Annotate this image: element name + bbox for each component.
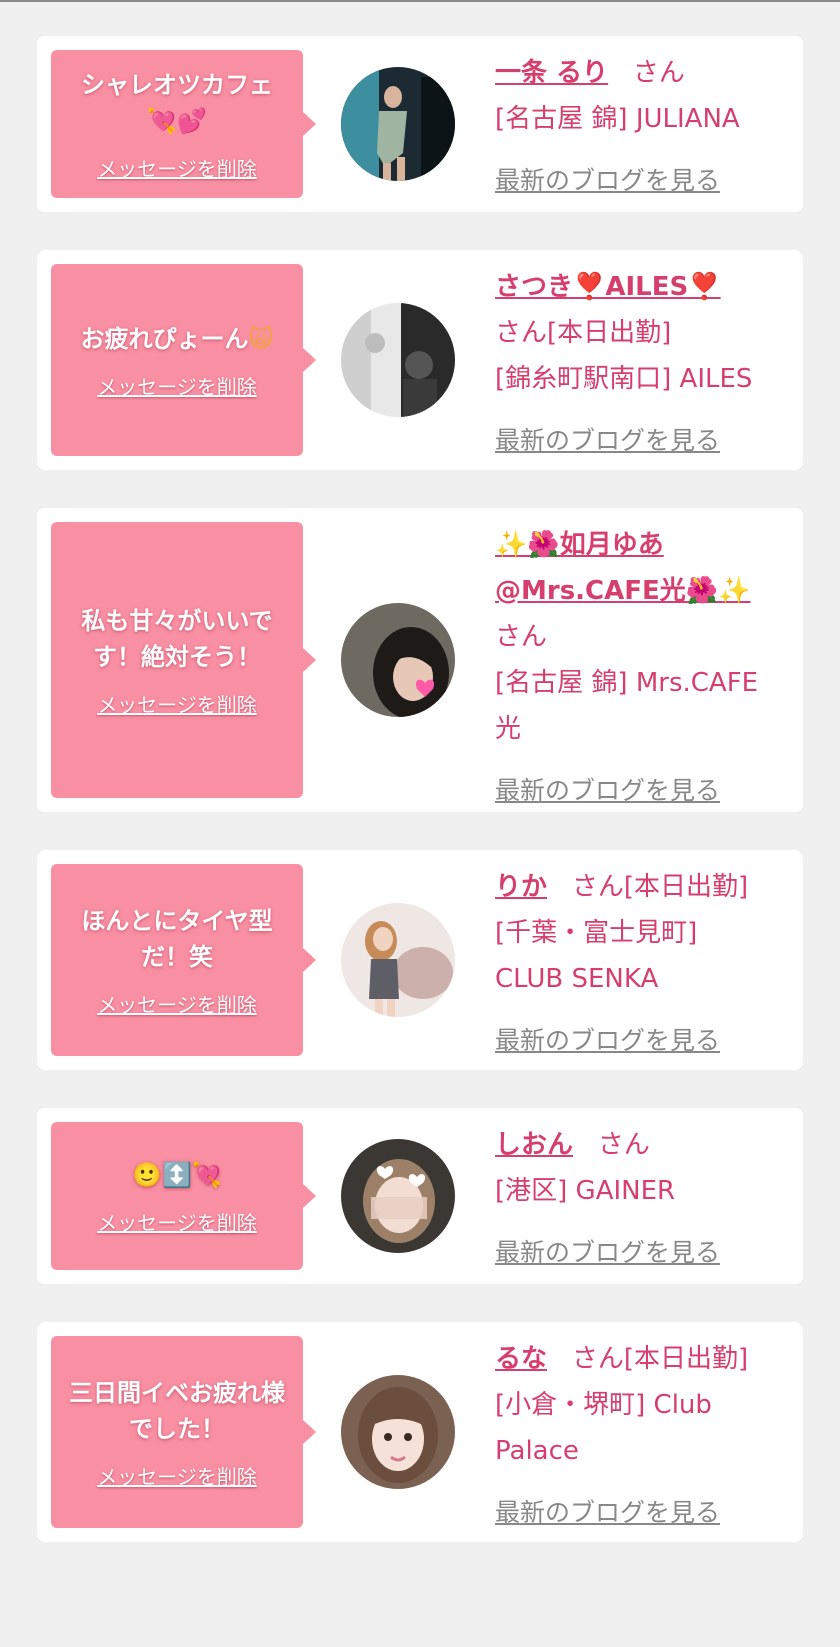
latest-blog-link[interactable]: 最新のブログを見る [495,418,720,464]
message-text: お疲れぴょーん🙀 [80,324,274,353]
message-text: 🙂↕️💘 [132,1160,222,1189]
avatar[interactable] [341,903,455,1017]
shop-info: [名古屋 錦] Mrs.CAFE光 [495,668,759,744]
honorific: さん[本日出勤] [495,318,672,348]
message-bubble: 私も甘々がいいです！絶対そう！ メッセージを削除 [51,522,303,798]
message-text: 私も甘々がいいです！絶対そう！ [81,606,273,671]
message-card: ほんとにタイヤ型だ！笑 メッセージを削除 りか さん[本日出勤] [千葉・富士見… [37,850,803,1070]
honorific: さん [495,622,548,652]
top-divider [0,0,840,2]
message-bubble: お疲れぴょーん🙀 メッセージを削除 [51,264,303,456]
profile-name-link[interactable]: 一条 るり [495,58,608,88]
profile-name-link[interactable]: さつき❣️AILES❣️ [495,272,721,302]
shop-info: [千葉・富士見町] CLUB SENKA [495,918,698,994]
message-bubble: 🙂↕️💘 メッセージを削除 [51,1122,303,1270]
profile-name-link[interactable]: るな [495,1344,547,1374]
honorific: さん [597,1130,650,1160]
profile-info: るな さん[本日出勤] [小倉・堺町] Club Palace 最新のブログを見… [495,1336,763,1536]
cat-emoji-icon: 🙀 [248,324,274,353]
profile-info: ✨🌺如月ゆあ@Mrs.CAFE光🌺✨ さん [名古屋 錦] Mrs.CAFE光 … [495,522,779,814]
heart-emoji-icon: 💘💕 [147,106,207,135]
delete-message-link[interactable]: メッセージを削除 [97,1461,257,1490]
shop-info: [錦糸町駅南口] AILES [495,364,753,394]
honorific: さん [632,58,685,88]
profile-info: さつき❣️AILES❣️ さん[本日出勤] [錦糸町駅南口] AILES 最新の… [495,264,785,464]
message-card: 三日間イベお疲れ様でした！ メッセージを削除 るな さん[本日出勤] [小倉・堺… [37,1322,803,1542]
avatar[interactable] [341,303,455,417]
delete-message-link[interactable]: メッセージを削除 [97,989,257,1018]
avatar[interactable] [341,1139,455,1253]
profile-name-link[interactable]: ✨🌺如月ゆあ@Mrs.CAFE光🌺✨ [495,530,751,606]
profile-info: りか さん[本日出勤] [千葉・富士見町] CLUB SENKA 最新のブログを… [495,864,763,1064]
message-text: 三日間イベお疲れ様でした！ [69,1378,285,1443]
message-card: 🙂↕️💘 メッセージを削除 しおん さん [港区] GAINER 最新のブログを… [37,1108,803,1284]
delete-message-link[interactable]: メッセージを削除 [97,689,257,718]
avatar[interactable] [341,67,455,181]
profile-info: しおん さん [港区] GAINER 最新のブログを見る [495,1122,785,1276]
delete-message-link[interactable]: メッセージを削除 [97,371,257,400]
honorific: さん[本日出勤] [571,1344,749,1374]
shop-info: [名古屋 錦] JULIANA [495,104,740,134]
latest-blog-link[interactable]: 最新のブログを見る [495,1018,720,1064]
message-card: シャレオツカフェ 💘💕 メッセージを削除 一条 るり さん [名古屋 錦] JU… [37,36,803,212]
message-card: 私も甘々がいいです！絶対そう！ メッセージを削除 ✨🌺如月ゆあ@Mrs.CAFE… [37,508,803,812]
shop-info: [港区] GAINER [495,1176,676,1206]
latest-blog-link[interactable]: 最新のブログを見る [495,1230,720,1276]
message-bubble: シャレオツカフェ 💘💕 メッセージを削除 [51,50,303,198]
profile-name-link[interactable]: りか [495,872,547,902]
message-card: お疲れぴょーん🙀 メッセージを削除 さつき❣️AILES❣️ さん[本日出勤] … [37,250,803,470]
message-text: シャレオツカフェ 💘💕 [81,70,273,135]
message-text: ほんとにタイヤ型だ！笑 [81,906,273,971]
message-bubble: 三日間イベお疲れ様でした！ メッセージを削除 [51,1336,303,1528]
latest-blog-link[interactable]: 最新のブログを見る [495,158,720,204]
latest-blog-link[interactable]: 最新のブログを見る [495,768,720,814]
avatar[interactable] [341,603,455,717]
avatar[interactable] [341,1375,455,1489]
delete-message-link[interactable]: メッセージを削除 [97,153,257,182]
message-list: シャレオツカフェ 💘💕 メッセージを削除 一条 るり さん [名古屋 錦] JU… [37,36,803,1580]
profile-info: 一条 るり さん [名古屋 錦] JULIANA 最新のブログを見る [495,50,785,204]
profile-name-link[interactable]: しおん [495,1130,573,1160]
message-bubble: ほんとにタイヤ型だ！笑 メッセージを削除 [51,864,303,1056]
honorific: さん[本日出勤] [571,872,749,902]
shop-info: [小倉・堺町] Club Palace [495,1390,712,1466]
latest-blog-link[interactable]: 最新のブログを見る [495,1490,720,1536]
delete-message-link[interactable]: メッセージを削除 [97,1207,257,1236]
